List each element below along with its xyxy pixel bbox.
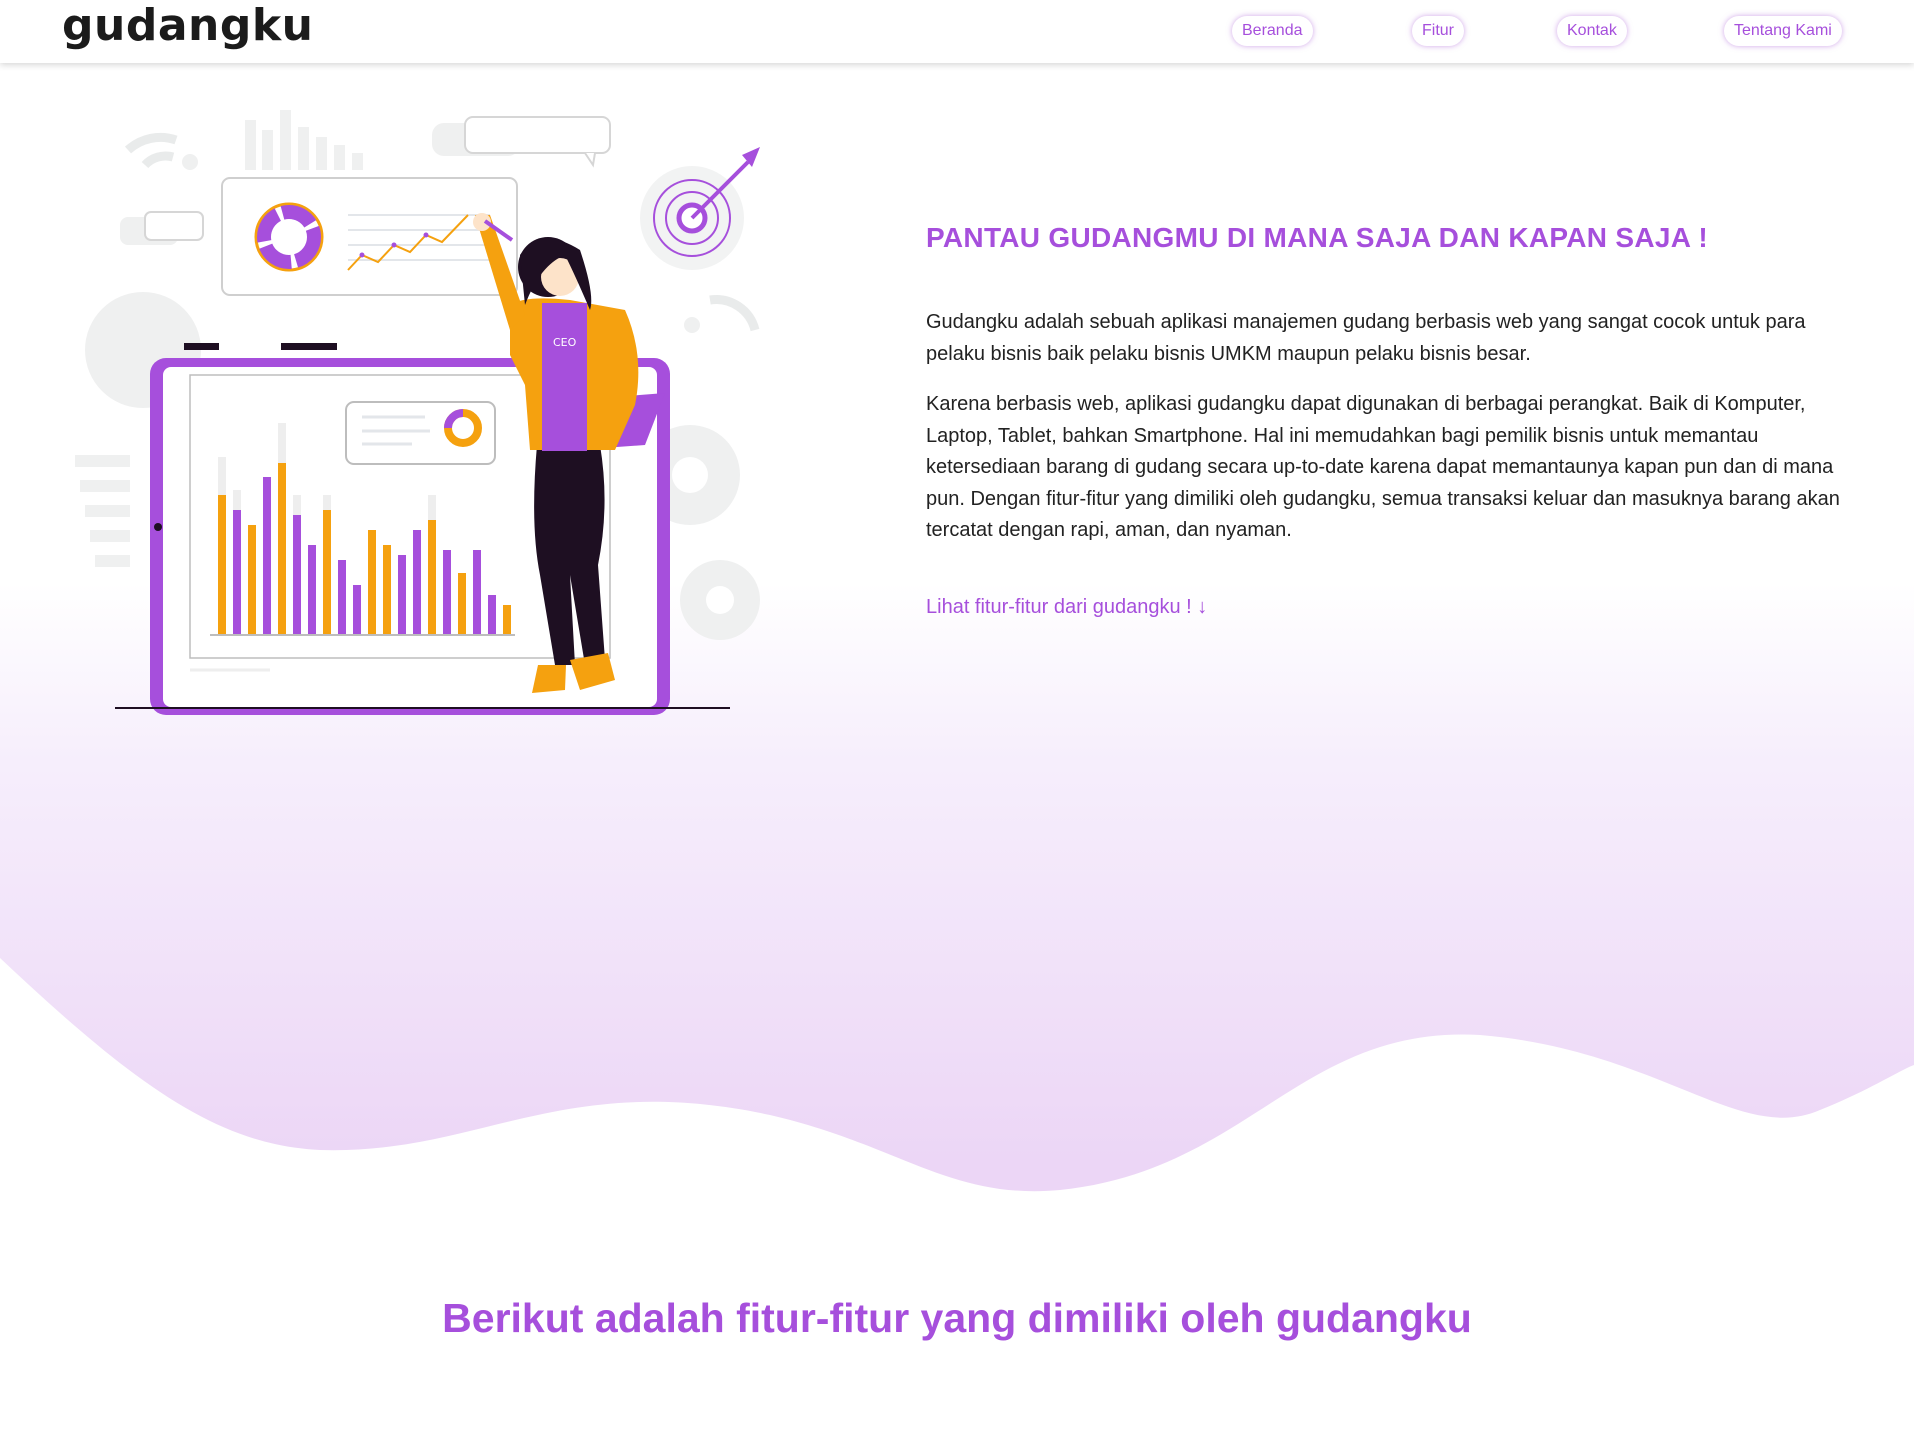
see-features-link[interactable]: Lihat fitur-fitur dari gudangku ! ↓ xyxy=(926,596,1207,619)
hero-title: PANTAU GUDANGMU DI MANA SAJA DAN KAPAN S… xyxy=(926,222,1708,253)
features-title: Berikut adalah fitur-fitur yang dimiliki… xyxy=(442,1295,1472,1341)
hero-paragraph-1: Gudangku adalah sebuah aplikasi manajeme… xyxy=(926,311,1806,365)
hero-paragraph-2: Karena berbasis web, aplikasi gudangku d… xyxy=(926,393,1840,541)
nav-tentang-kami[interactable]: Tentang Kami xyxy=(1724,16,1842,46)
navbar: gudangku Beranda Fitur Kontak Tentang Ka… xyxy=(0,0,1914,63)
brand-logo[interactable]: gudangku xyxy=(62,0,313,51)
illustration-shirt-text: CEO xyxy=(553,336,577,349)
wave-divider xyxy=(0,958,1914,1230)
nav-fitur[interactable]: Fitur xyxy=(1412,16,1464,46)
hero-illustration: CEO xyxy=(75,110,760,715)
nav-beranda[interactable]: Beranda xyxy=(1232,16,1313,46)
nav-kontak[interactable]: Kontak xyxy=(1557,16,1627,46)
